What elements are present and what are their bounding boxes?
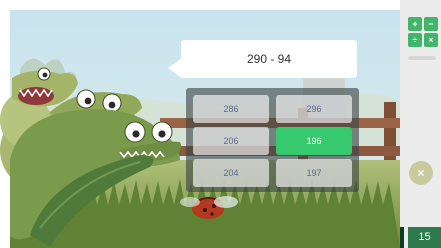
calculator-icon[interactable]: + − ÷ × [408, 17, 438, 47]
close-icon[interactable]: × [409, 161, 433, 185]
answers-panel: 286 296 206 196 204 197 [186, 88, 359, 192]
score-marker [400, 227, 404, 248]
calc-divide: ÷ [408, 33, 422, 47]
answer-button[interactable]: 296 [276, 95, 352, 123]
speech-bubble-tail [168, 58, 182, 78]
answer-button[interactable]: 197 [276, 159, 352, 187]
answer-button-correct[interactable]: 196 [276, 127, 352, 155]
calc-minus: − [424, 17, 438, 31]
progress-bar [408, 56, 436, 60]
calc-multiply: × [424, 33, 438, 47]
answer-button[interactable]: 206 [193, 127, 269, 155]
answer-button[interactable]: 286 [193, 95, 269, 123]
question-bubble: 290 - 94 [181, 40, 357, 78]
answer-button[interactable]: 204 [193, 159, 269, 187]
score-counter: 15 [408, 227, 441, 248]
game-stage: 290 - 94 286 296 206 196 204 197 + − ÷ ×… [0, 0, 441, 248]
calc-plus: + [408, 17, 422, 31]
question-text: 290 - 94 [246, 52, 292, 66]
